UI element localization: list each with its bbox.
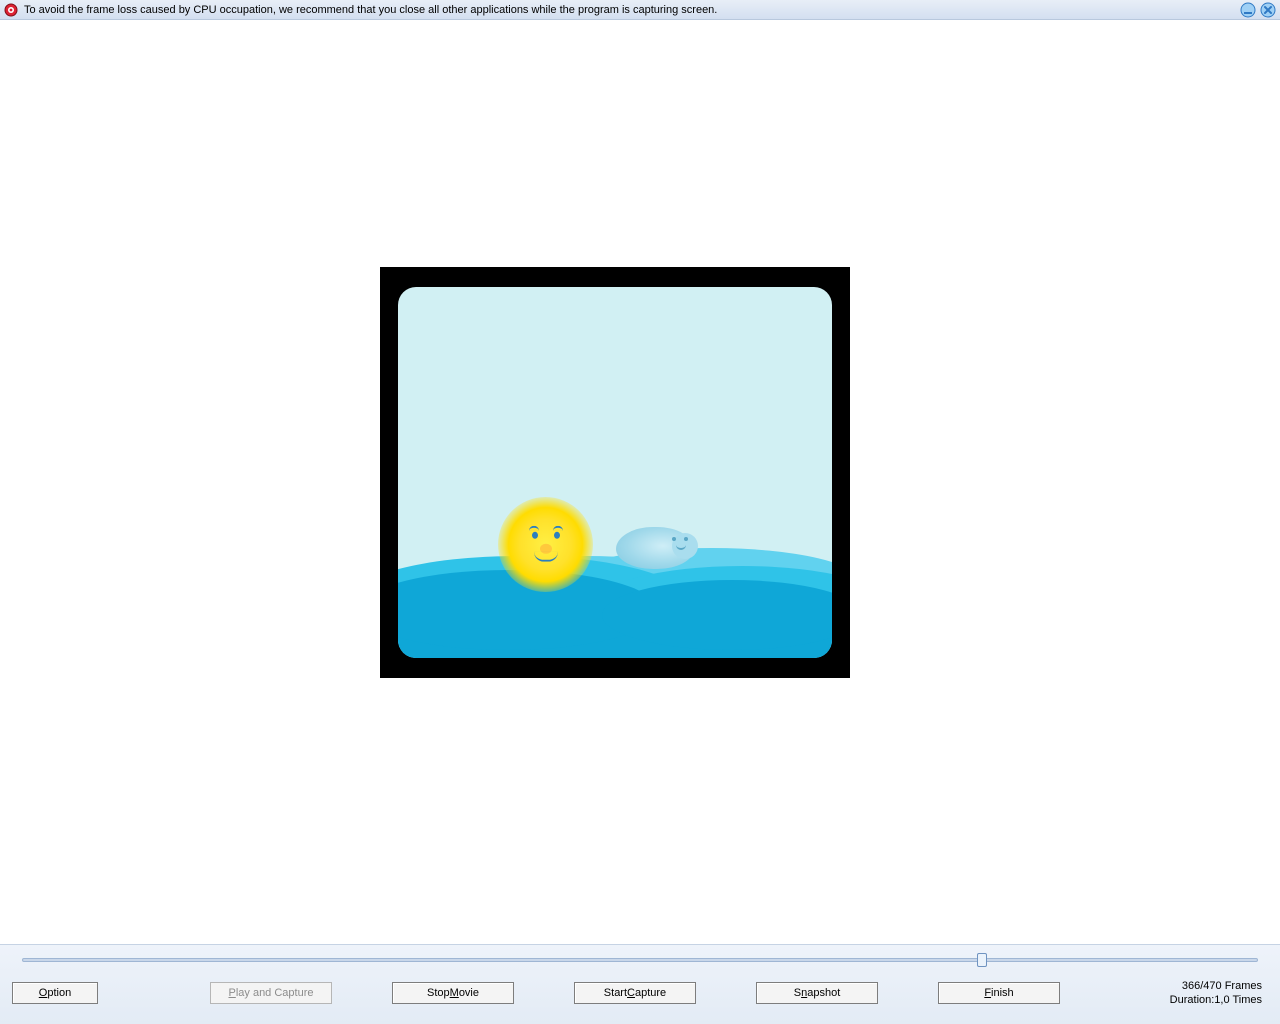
title-text: To avoid the frame loss caused by CPU oc… <box>24 4 717 16</box>
minimize-button[interactable] <box>1240 2 1256 18</box>
play-and-capture-button: Play and Capture <box>210 982 332 1004</box>
record-icon <box>4 3 18 17</box>
sun-character-icon <box>498 497 593 592</box>
finish-button[interactable]: Finish <box>938 982 1060 1004</box>
cloud-character-icon <box>616 527 694 569</box>
app-window: To avoid the frame loss caused by CPU oc… <box>0 0 1280 1024</box>
bottom-bar: Option Play and Capture Stop Movie Start… <box>0 944 1280 1024</box>
work-area <box>0 20 1280 944</box>
option-button[interactable]: Option <box>12 982 98 1004</box>
frames-status: 366/470 Frames <box>1170 979 1262 993</box>
button-row: Option Play and Capture Stop Movie Start… <box>0 979 1280 1007</box>
movie-preview-frame <box>380 267 850 678</box>
status-text: 366/470 Frames Duration:1,0 Times <box>1170 979 1270 1007</box>
progress-slider-track <box>22 958 1258 962</box>
movie-preview-canvas <box>398 287 832 658</box>
start-capture-button[interactable]: Start Capture <box>574 982 696 1004</box>
progress-slider-thumb[interactable] <box>977 953 987 967</box>
duration-status: Duration:1,0 Times <box>1170 993 1262 1007</box>
close-button[interactable] <box>1260 2 1276 18</box>
titlebar: To avoid the frame loss caused by CPU oc… <box>0 0 1280 20</box>
snapshot-button[interactable]: Snapshot <box>756 982 878 1004</box>
stop-movie-button[interactable]: Stop Movie <box>392 982 514 1004</box>
sea-wave-front <box>398 600 832 658</box>
progress-slider[interactable] <box>22 953 1258 967</box>
